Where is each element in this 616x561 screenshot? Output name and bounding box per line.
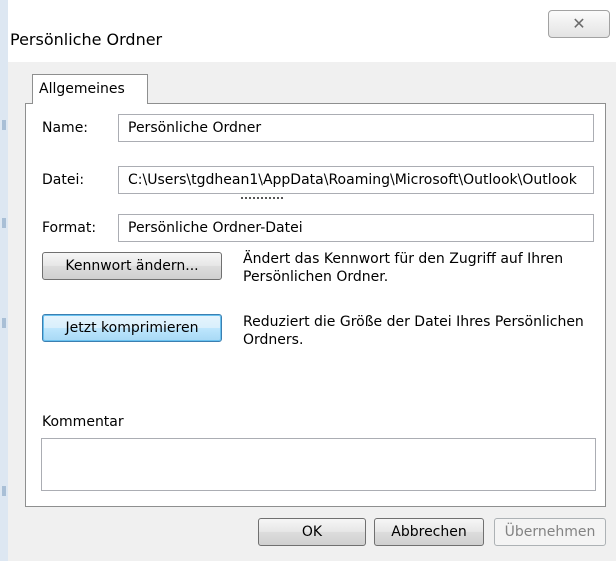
- background-mark: [2, 486, 6, 496]
- format-field: Persönliche Ordner-Datei: [118, 214, 594, 242]
- change-password-description: Ändert das Kennwort für den Zugriff auf …: [243, 251, 564, 285]
- spelling-squiggle: [241, 195, 283, 199]
- compact-now-label: Jetzt komprimieren: [65, 320, 199, 336]
- change-password-button[interactable]: Kennwort ändern...: [42, 252, 222, 280]
- comment-label: Kommentar: [42, 414, 124, 430]
- change-password-label: Kennwort ändern...: [65, 258, 199, 274]
- apply-button[interactable]: Übernehmen: [494, 518, 606, 546]
- ok-label: OK: [301, 524, 323, 540]
- file-label: Datei:: [42, 172, 85, 188]
- cancel-label: Abbrechen: [391, 524, 467, 540]
- format-value: Persönliche Ordner-Datei: [128, 220, 303, 236]
- dialog-title: Persönliche Ordner: [10, 30, 163, 49]
- file-path-value: C:\Users\tgdhean1\AppData\Roaming\Micros…: [128, 172, 577, 188]
- close-button[interactable]: ✕: [548, 10, 610, 38]
- properties-dialog: Persönliche Ordner ✕ Allgemeines Name: P…: [8, 0, 616, 561]
- cancel-button[interactable]: Abbrechen: [374, 518, 484, 546]
- background-window-edge: [0, 0, 8, 561]
- file-path-field[interactable]: C:\Users\tgdhean1\AppData\Roaming\Micros…: [118, 166, 594, 194]
- name-field[interactable]: Persönliche Ordner: [118, 114, 594, 142]
- compact-description: Reduziert die Größe der Datei Ihres Pers…: [243, 314, 584, 348]
- apply-label: Übernehmen: [504, 524, 596, 540]
- name-label: Name:: [42, 120, 89, 136]
- tab-allgemeines[interactable]: Allgemeines: [32, 74, 148, 104]
- comment-textarea[interactable]: [41, 438, 596, 491]
- background-mark: [2, 318, 6, 328]
- background-mark: [2, 218, 6, 228]
- tab-label: Allgemeines: [39, 81, 125, 97]
- name-value: Persönliche Ordner: [128, 120, 262, 136]
- ok-button[interactable]: OK: [258, 518, 366, 546]
- compact-now-button[interactable]: Jetzt komprimieren: [42, 314, 222, 342]
- format-label: Format:: [42, 220, 97, 236]
- background-mark: [2, 120, 6, 130]
- title-bar: Persönliche Ordner ✕: [8, 0, 616, 62]
- close-icon: ✕: [572, 14, 586, 33]
